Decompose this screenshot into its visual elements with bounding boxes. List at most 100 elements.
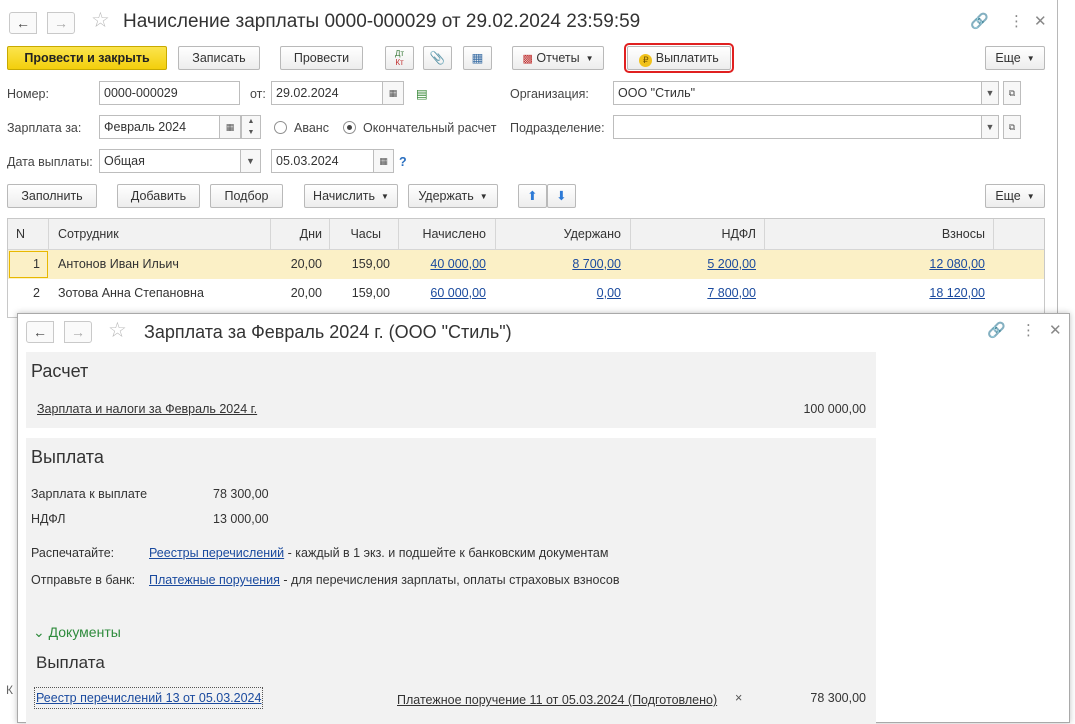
chevron-down-icon[interactable]: ▼ (240, 149, 261, 173)
post-and-close-button[interactable]: Провести и закрыть (7, 46, 167, 70)
payment-order-doc-link[interactable]: Платежное поручение 11 от 05.03.2024 (По… (397, 691, 717, 709)
remove-icon[interactable]: × (735, 689, 742, 707)
documents-payout-heading: Выплата (36, 653, 105, 672)
final-calc-label: Окончательный расчет (363, 121, 497, 135)
bank-instruction-text: - для перечисления зарплаты, оплаты стра… (279, 573, 620, 587)
chevron-down-icon[interactable]: ▼ (981, 115, 999, 139)
documents-amount: 78 300,00 (810, 691, 866, 705)
col-header-employee[interactable]: Сотрудник (50, 219, 270, 249)
salary-for-field[interactable]: Февраль 2024 (99, 115, 220, 139)
attach-button[interactable]: 📎 (423, 46, 452, 70)
final-calc-radio[interactable] (343, 121, 356, 134)
dt-label: Дт (394, 49, 405, 58)
arrow-left-icon: ← (33, 324, 47, 340)
back-button[interactable]: ← (9, 12, 37, 34)
table-row[interactable]: 1 Антонов Иван Ильич 20,00 159,00 40 000… (8, 250, 1044, 279)
salary-taxes-link[interactable]: Зарплата и налоги за Февраль 2024 г. (37, 400, 257, 418)
dt-kt-button[interactable]: Дт Кт (385, 46, 414, 70)
accrued-link[interactable]: 60 000,00 (430, 286, 486, 300)
back-button[interactable]: ← (26, 321, 54, 343)
department-label: Подразделение: (510, 121, 605, 135)
calendar-icon[interactable]: ▦ (382, 81, 404, 105)
pick-button[interactable]: Подбор (210, 184, 283, 208)
open-icon[interactable]: ⧉ (1003, 81, 1021, 105)
star-icon[interactable]: ☆ (91, 10, 110, 32)
more-button[interactable]: Еще ▼ (985, 46, 1045, 70)
print-label: Распечатайте: (31, 546, 115, 560)
hours-cell: 159,00 (351, 257, 390, 271)
accrued-link[interactable]: 40 000,00 (430, 257, 486, 271)
col-header-n[interactable]: N (8, 219, 48, 249)
documents-toggle[interactable]: ⌄ Документы (33, 623, 121, 641)
forward-button[interactable]: → (64, 321, 92, 343)
add-button[interactable]: Добавить (117, 184, 200, 208)
documents-toggle-label: Документы (48, 624, 121, 640)
structure-button[interactable]: ▦ (463, 46, 492, 70)
move-down-button[interactable]: ⬇ (547, 184, 576, 208)
pay-date-label: Дата выплаты: (7, 155, 93, 169)
star-icon[interactable]: ☆ (108, 320, 127, 342)
pay-date-field[interactable]: 05.03.2024 (271, 149, 374, 173)
chevron-down-icon[interactable]: ▼ (981, 81, 999, 105)
accrue-label: Начислить (313, 189, 376, 203)
col-header-withheld[interactable]: Удержано (495, 219, 629, 249)
ndfl-value: 13 000,00 (213, 512, 269, 526)
close-icon[interactable]: ✕ (1049, 322, 1062, 340)
payout-window: ← → ☆ Зарплата за Февраль 2024 г. (ООО "… (17, 313, 1070, 724)
table-row[interactable]: 2 Зотова Анна Степановна 20,00 159,00 60… (8, 279, 1044, 308)
withhold-button[interactable]: Удержать ▼ (408, 184, 498, 208)
arrow-right-icon: → (54, 15, 68, 31)
withheld-link[interactable]: 0,00 (597, 286, 621, 300)
advance-radio[interactable] (274, 121, 287, 134)
dropdown-caret-icon: ▼ (1026, 54, 1035, 63)
row-number: 1 (33, 257, 40, 271)
dropdown-caret-icon: ▼ (585, 54, 594, 63)
withheld-link[interactable]: 8 700,00 (572, 257, 621, 271)
calendar-icon[interactable]: ▦ (219, 115, 241, 139)
calendar-icon[interactable]: ▦ (373, 149, 394, 173)
save-button[interactable]: Записать (178, 46, 260, 70)
number-field[interactable]: 0000-000029 (99, 81, 240, 105)
help-icon[interactable]: ? (399, 153, 407, 171)
move-up-button[interactable]: ⬆ (518, 184, 547, 208)
payment-orders-link[interactable]: Платежные поручения (149, 573, 280, 587)
col-header-contributions[interactable]: Взносы (764, 219, 993, 249)
document-title: Начисление зарплаты 0000-000029 от 29.02… (123, 11, 641, 32)
vertical-dots-icon[interactable]: ⋮ (1021, 322, 1036, 340)
post-button[interactable]: Провести (280, 46, 363, 70)
col-header-ndfl[interactable]: НДФЛ (630, 219, 764, 249)
ndfl-link[interactable]: 7 800,00 (707, 286, 756, 300)
salary-to-pay-value: 78 300,00 (213, 487, 269, 501)
ndfl-label: НДФЛ (31, 512, 66, 526)
col-header-hours[interactable]: Часы (329, 219, 389, 249)
hidden-field-label: К (6, 683, 13, 697)
vertical-dots-icon[interactable]: ⋮ (1009, 13, 1024, 31)
forward-button[interactable]: → (47, 12, 75, 34)
employees-table: N Сотрудник Дни Часы Начислено Удержано … (7, 218, 1045, 318)
open-icon[interactable]: ⧉ (1003, 115, 1021, 139)
accrue-button[interactable]: Начислить ▼ (304, 184, 398, 208)
reports-button[interactable]: ▩ Отчеты ▼ (512, 46, 604, 70)
fill-button[interactable]: Заполнить (7, 184, 97, 208)
kt-label: Кт (395, 58, 404, 67)
registry-doc-link[interactable]: Реестр перечислений 13 от 05.03.2024 (36, 691, 261, 705)
ndfl-link[interactable]: 5 200,00 (707, 257, 756, 271)
pay-date-kind-field[interactable]: Общая (99, 149, 241, 173)
registries-link[interactable]: Реестры перечислений (149, 546, 284, 560)
close-icon[interactable]: ✕ (1034, 13, 1047, 31)
contributions-link[interactable]: 12 080,00 (929, 257, 985, 271)
document-titlebar: ← → ☆ Начисление зарплаты 0000-000029 от… (0, 0, 1057, 42)
send-to-bank-label: Отправьте в банк: (31, 573, 136, 587)
table-more-button[interactable]: Еще ▼ (985, 184, 1045, 208)
link-icon[interactable]: 🔗 (970, 13, 989, 31)
col-header-days[interactable]: Дни (270, 219, 330, 249)
date-field[interactable]: 29.02.2024 (271, 81, 383, 105)
col-header-accrued[interactable]: Начислено (398, 219, 494, 249)
organization-field[interactable]: ООО "Стиль" (613, 81, 982, 105)
department-field[interactable] (613, 115, 982, 139)
row-number: 2 (33, 286, 40, 300)
link-icon[interactable]: 🔗 (987, 322, 1006, 340)
contributions-link[interactable]: 18 120,00 (929, 286, 985, 300)
pay-button[interactable]: ₽ Выплатить (624, 43, 734, 73)
period-stepper[interactable]: ▲ ▼ (241, 115, 261, 139)
